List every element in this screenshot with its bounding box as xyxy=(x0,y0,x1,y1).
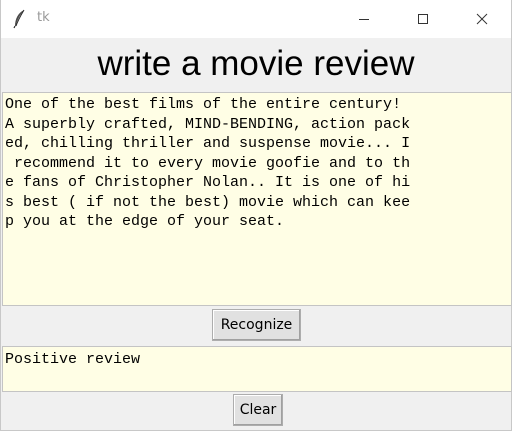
title-bar[interactable]: tk xyxy=(1,0,511,38)
maximize-button[interactable] xyxy=(400,0,446,38)
window-title: tk xyxy=(37,10,50,25)
clear-button[interactable]: Clear xyxy=(233,394,283,426)
minimize-button[interactable] xyxy=(341,0,387,38)
review-text-area[interactable]: One of the best films of the entire cent… xyxy=(2,92,512,306)
recognize-button[interactable]: Recognize xyxy=(212,309,301,341)
maximize-icon xyxy=(418,14,428,24)
close-icon xyxy=(476,13,488,25)
result-text-area[interactable]: Positive review xyxy=(2,346,512,392)
feather-icon xyxy=(12,9,28,29)
close-button[interactable] xyxy=(459,0,505,38)
minimize-icon xyxy=(359,19,369,20)
page-heading: write a movie review xyxy=(97,44,415,83)
app-window: tk write a movie review One of the best … xyxy=(0,0,512,431)
